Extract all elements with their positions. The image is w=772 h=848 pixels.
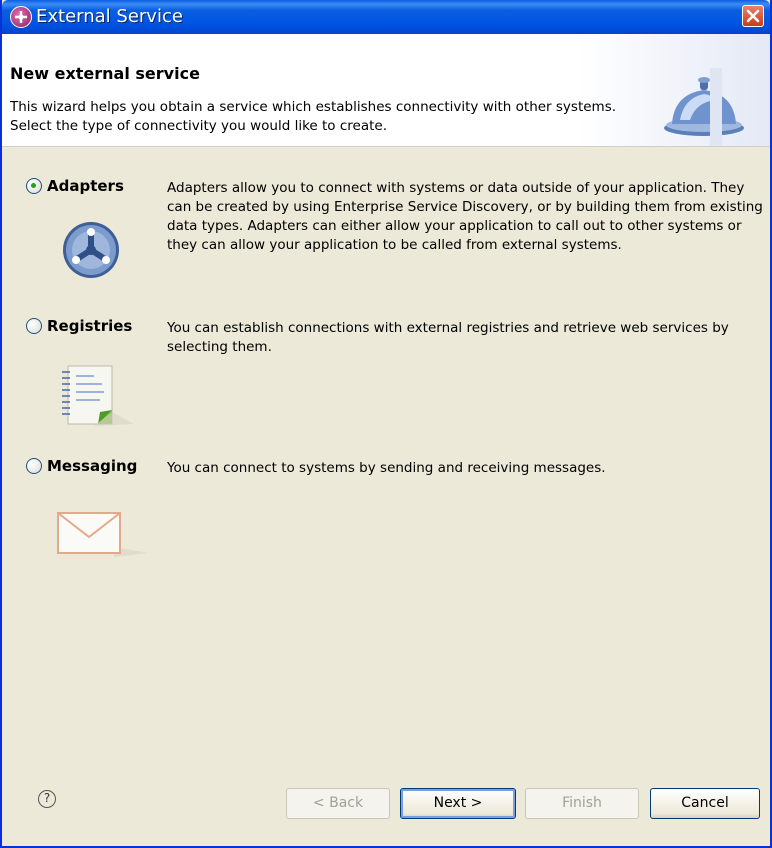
registries-label[interactable]: Registries (47, 317, 132, 335)
option-registries: Registries You can establish connections… (2, 317, 770, 457)
messaging-label[interactable]: Messaging (47, 457, 137, 475)
external-service-app-icon (10, 6, 32, 28)
registries-radio-row[interactable]: Registries (26, 317, 132, 335)
back-button[interactable]: < Back (286, 788, 390, 819)
registries-radio[interactable] (26, 318, 42, 334)
page-title: New external service (10, 64, 200, 83)
adapters-label[interactable]: Adapters (47, 177, 124, 195)
external-service-dialog: External Service New external service Th… (0, 0, 772, 848)
registry-document-icon (62, 365, 134, 426)
banner-decoration (710, 68, 770, 146)
adapters-radio-row[interactable]: Adapters (26, 177, 124, 195)
option-messaging: Messaging You can connect to systems by … (2, 457, 770, 597)
messaging-radio[interactable] (26, 458, 42, 474)
finish-button[interactable]: Finish (525, 788, 639, 819)
messaging-description: You can connect to systems by sending an… (167, 460, 606, 476)
page-description: This wizard helps you obtain a service w… (10, 99, 617, 134)
window-title: External Service (36, 6, 183, 27)
title-bar[interactable]: External Service (2, 0, 770, 34)
envelope-icon (57, 512, 148, 557)
wizard-footer: ? < Back Next > Finish Cancel (2, 757, 770, 846)
adapter-icon (63, 222, 119, 278)
adapters-description: Adapters allow you to connect with syste… (167, 180, 763, 253)
registries-description: You can establish connections with exter… (167, 320, 729, 355)
cancel-button[interactable]: Cancel (650, 788, 760, 819)
option-adapters: Adapters Adapters allow you to connect w… (2, 177, 770, 317)
connectivity-type-options: Adapters Adapters allow you to connect w… (2, 147, 770, 757)
close-icon (746, 9, 760, 23)
next-button[interactable]: Next > (400, 788, 516, 819)
messaging-radio-row[interactable]: Messaging (26, 457, 137, 475)
adapters-radio[interactable] (26, 178, 42, 194)
close-button[interactable] (742, 5, 764, 27)
help-icon[interactable]: ? (38, 790, 56, 808)
wizard-banner: New external service This wizard helps y… (2, 34, 770, 147)
